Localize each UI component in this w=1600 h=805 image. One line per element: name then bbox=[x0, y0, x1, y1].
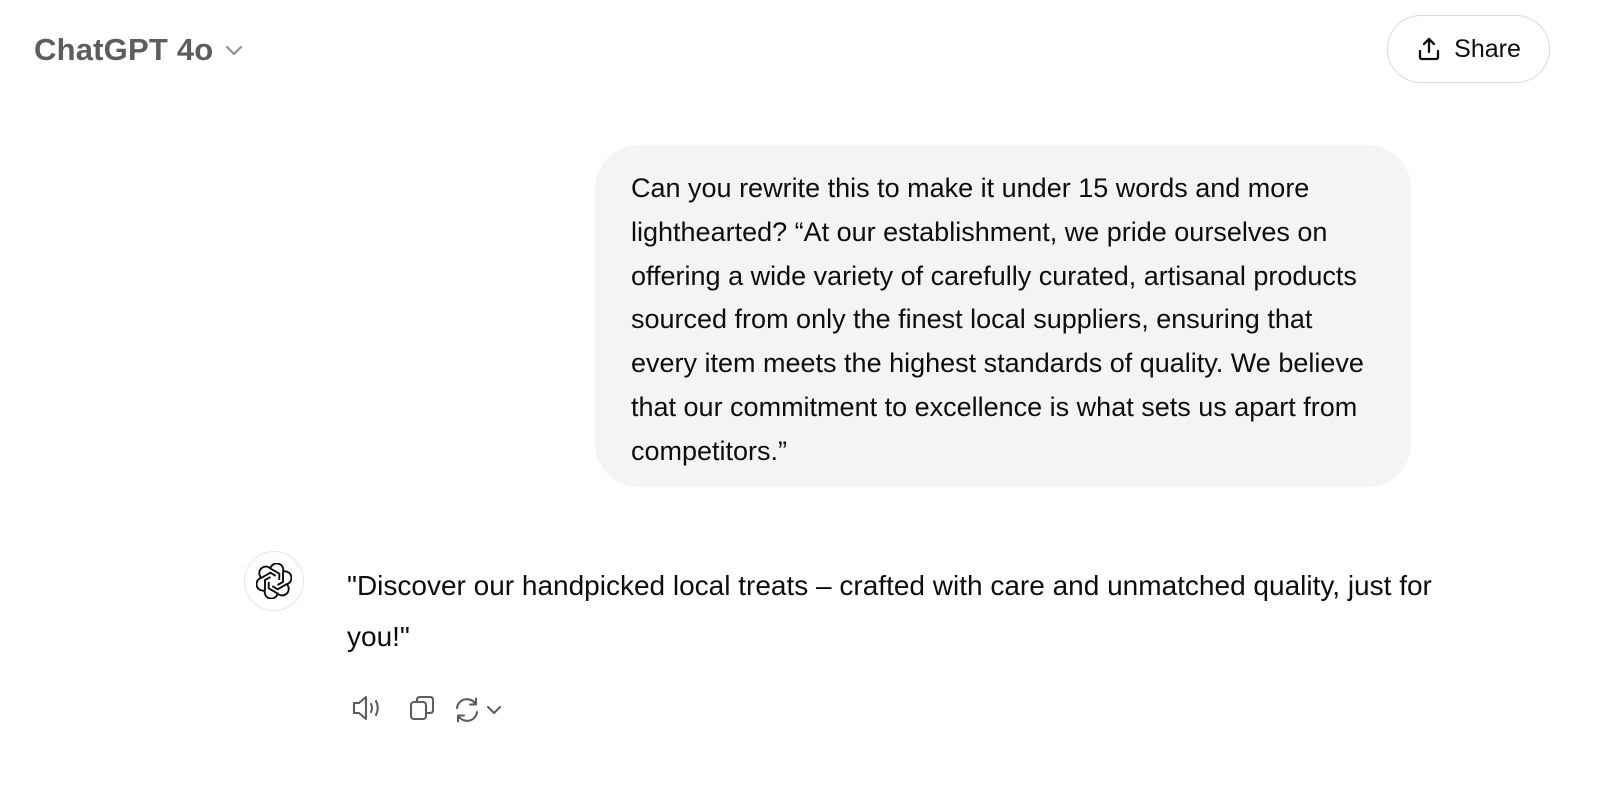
regenerate-button[interactable] bbox=[452, 695, 504, 725]
refresh-icon bbox=[452, 695, 482, 725]
model-selector[interactable]: ChatGPT 4o bbox=[24, 22, 255, 78]
share-label: Share bbox=[1454, 34, 1521, 63]
model-title: ChatGPT 4o bbox=[34, 32, 214, 67]
chevron-down-icon bbox=[223, 39, 245, 61]
top-bar: ChatGPT 4o Share bbox=[0, 0, 1600, 100]
read-aloud-button[interactable] bbox=[346, 689, 388, 731]
user-message-text: Can you rewrite this to make it under 15… bbox=[631, 173, 1364, 466]
assistant-message-text: "Discover our handpicked local treats – … bbox=[347, 570, 1432, 652]
chevron-down-icon bbox=[484, 700, 504, 720]
upload-icon bbox=[1416, 36, 1442, 62]
user-message-bubble: Can you rewrite this to make it under 15… bbox=[595, 145, 1411, 487]
copy-icon bbox=[407, 693, 437, 728]
openai-logo-icon bbox=[244, 551, 304, 611]
speaker-icon bbox=[350, 693, 384, 728]
message-actions bbox=[346, 688, 504, 732]
copy-button[interactable] bbox=[401, 689, 443, 731]
share-button[interactable]: Share bbox=[1387, 15, 1550, 83]
